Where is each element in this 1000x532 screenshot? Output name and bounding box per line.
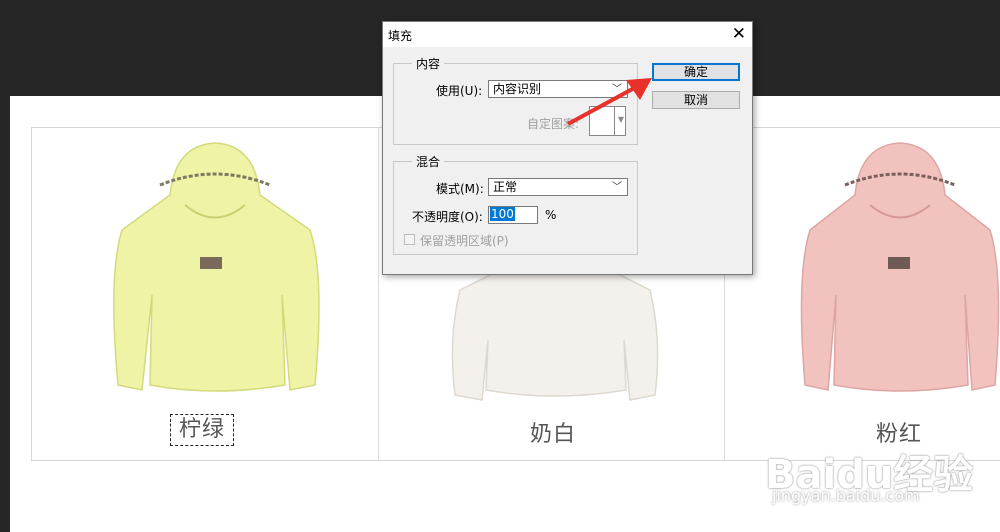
product-label-white: 奶白 — [530, 422, 577, 447]
annotation-arrow-icon — [567, 78, 652, 126]
hoodie-pink-image — [800, 142, 1000, 392]
opacity-unit: % — [545, 208, 557, 222]
cancel-button[interactable]: 取消 — [652, 91, 740, 109]
use-label: 使用(U): — [436, 84, 483, 98]
dialog-title-bar[interactable]: 填充 ✕ — [383, 22, 752, 47]
contents-group-title: 内容 — [412, 55, 445, 72]
hoodie-white-image — [451, 269, 659, 401]
dialog-title: 填充 — [388, 29, 413, 43]
chevron-down-icon: ﹀ — [612, 182, 622, 193]
preserve-transparency-checkbox[interactable] — [404, 234, 415, 245]
ok-button[interactable]: 确定 — [652, 63, 740, 81]
blending-group-title: 混合 — [412, 153, 445, 170]
fill-dialog: 填充 ✕ 内容 使用(U): 内容识别 ﹀ 自定图案: ▼ 混合 模式(M): … — [382, 21, 753, 275]
blending-group: 混合 模式(M): 正常 ﹀ 不透明度(O): 100 % 保留透明区域(P) — [393, 153, 638, 255]
mode-select-value: 正常 — [493, 180, 518, 194]
mode-select[interactable]: 正常 ﹀ — [488, 178, 628, 196]
watermark-url: jingyan.baidu.com — [772, 486, 920, 505]
opacity-value: 100 — [490, 207, 515, 221]
opacity-label: 不透明度(O): — [412, 210, 483, 224]
close-icon[interactable]: ✕ — [732, 24, 746, 44]
column-divider — [378, 127, 379, 461]
hoodie-lime-image — [113, 142, 320, 392]
preserve-transparency-label: 保留透明区域(P) — [420, 234, 509, 248]
product-label-lime[interactable]: 柠绿 — [170, 414, 235, 446]
opacity-input[interactable]: 100 — [488, 206, 538, 224]
use-select-value: 内容识别 — [493, 82, 542, 96]
mode-label: 模式(M): — [436, 182, 484, 196]
